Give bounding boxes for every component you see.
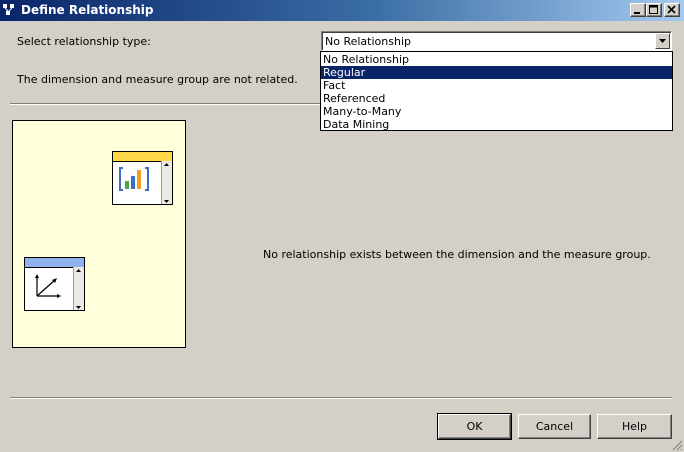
dropdown-button[interactable] [655,33,670,49]
relationship-type-select[interactable]: No Relationship [321,31,672,51]
separator [10,397,672,399]
close-button[interactable] [664,3,680,17]
relationship-type-value: No Relationship [325,35,411,48]
minimize-button[interactable] [630,3,646,17]
no-relationship-message: No relationship exists between the dimen… [263,248,651,261]
cancel-button[interactable]: Cancel [518,414,591,439]
close-icon [667,5,676,14]
dimension-scrollbar[interactable] [73,267,84,310]
dropdown-option[interactable]: No Relationship [321,53,672,66]
window-title: Define Relationship [21,3,154,17]
help-button[interactable]: Help [597,414,672,439]
relationship-diagram [12,120,186,348]
minimize-icon [634,12,640,14]
chevron-down-icon [659,39,666,43]
relationship-status-text: The dimension and measure group are not … [17,73,298,86]
measure-group-scrollbar[interactable] [161,161,172,204]
relationship-type-dropdown-list[interactable]: No Relationship Regular Fact Referenced Many… [320,51,673,131]
ok-button[interactable]: OK [437,413,512,440]
dropdown-option[interactable]: Data Mining [321,118,672,131]
resize-grip-icon[interactable] [672,440,683,451]
maximize-button[interactable] [646,3,662,17]
app-icon [3,4,14,15]
dropdown-option[interactable]: Fact [321,79,672,92]
dropdown-option[interactable]: Many-to-Many [321,105,672,118]
relationship-type-label: Select relationship type: [17,35,151,48]
maximize-icon [649,5,658,14]
measure-group-node[interactable] [112,151,173,205]
dimension-node[interactable] [24,257,85,311]
bar-chart-icon [119,166,153,195]
dropdown-option[interactable]: Referenced [321,92,672,105]
dropdown-option[interactable]: Regular [321,66,672,79]
title-bar[interactable]: Define Relationship [0,0,684,21]
axes-icon [31,272,63,303]
